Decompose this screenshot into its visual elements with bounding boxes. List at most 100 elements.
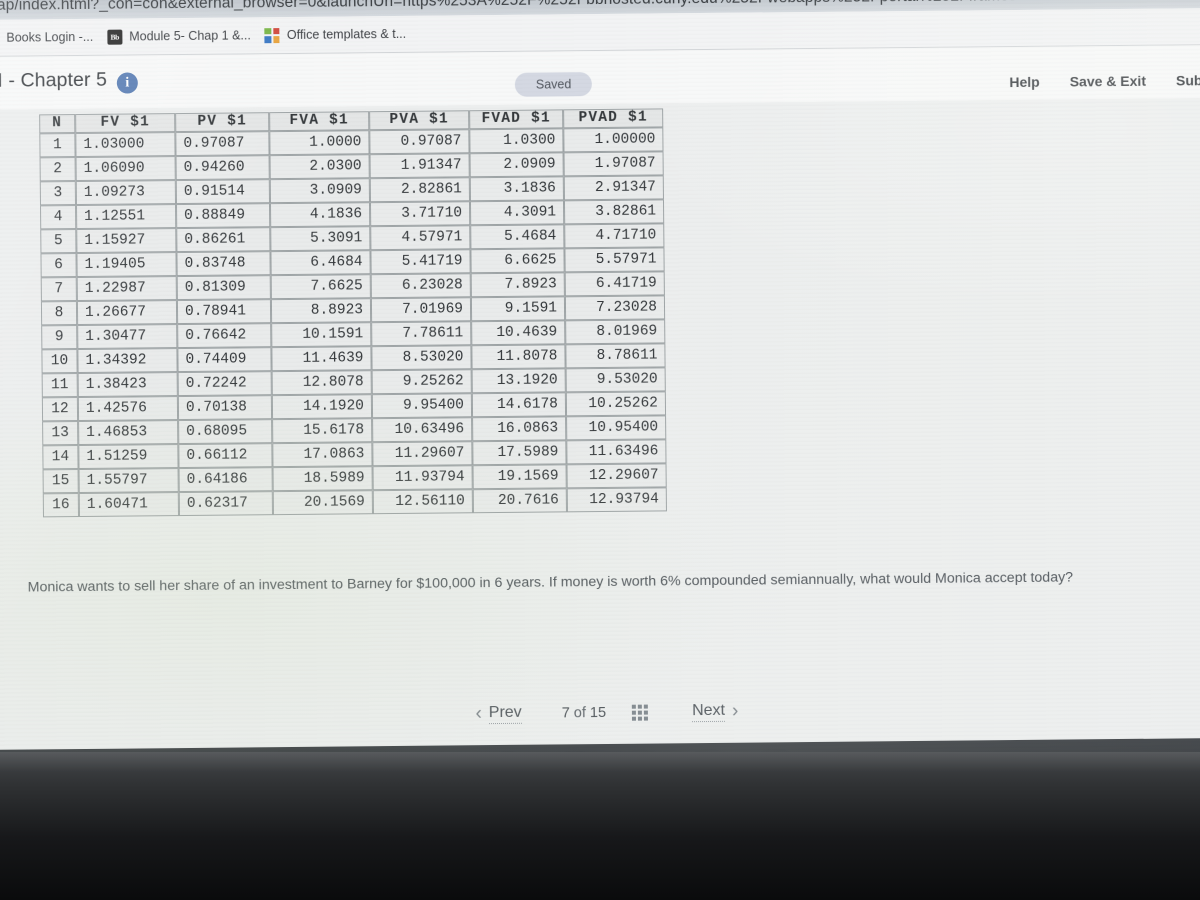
table-row: 16 1.60471 0.62317 20.1569 12.56110 20.7616 12… — [42, 487, 667, 518]
bookmark-books-login[interactable]: Books Login -... — [0, 29, 107, 45]
table-cell-value: 1.03000 — [75, 132, 176, 158]
table-cell-value: 8.8923 — [270, 298, 372, 324]
help-button[interactable]: Help — [1009, 74, 1039, 90]
table-cell-n: 12 — [41, 397, 79, 422]
table-cell-value: 3.0909 — [269, 178, 370, 204]
table-cell-value: 8.53020 — [371, 345, 472, 371]
table-cell-n: 6 — [40, 253, 77, 278]
table-cell-value: 1.38423 — [77, 372, 178, 398]
table-cell-value: 0.74409 — [177, 347, 272, 373]
table-cell-n: 2 — [39, 157, 76, 182]
table-cell-value: 14.6178 — [471, 392, 567, 418]
table-cell-value: 0.76642 — [177, 323, 272, 349]
table-cell-value: 7.78611 — [371, 321, 472, 347]
table-cell-value: 1.42576 — [77, 396, 179, 422]
table-cell-value: 1.22987 — [76, 276, 177, 302]
bookmark-module-5[interactable]: Bb Module 5- Chap 1 &... — [107, 28, 265, 45]
table-cell-value: 12.8078 — [271, 370, 372, 396]
blackboard-favicon-icon: Bb — [107, 29, 123, 45]
table-cell-value: 11.29607 — [372, 441, 473, 467]
info-icon[interactable]: i — [116, 72, 138, 94]
table-cell-value: 2.91347 — [563, 175, 664, 201]
table-cell-n: 5 — [40, 229, 77, 254]
table-cell-value: 8.01969 — [565, 319, 666, 345]
bookmark-label: Module 5- Chap 1 &... — [129, 28, 251, 44]
table-cell-value: 6.6625 — [470, 248, 565, 274]
table-cell-value: 5.3091 — [270, 226, 371, 252]
submit-button[interactable]: Subm — [1176, 72, 1200, 88]
table-cell-value: 0.68095 — [178, 419, 273, 445]
table-cell-value: 9.95400 — [371, 393, 473, 419]
interest-factor-table: N FV $1 PV $1 FVA $1 PVA $1 FVAD $1 PVAD… — [39, 108, 667, 518]
interest-factor-table-wrap: N FV $1 PV $1 FVA $1 PVA $1 FVAD $1 PVAD… — [39, 108, 667, 518]
table-cell-value: 9.53020 — [565, 367, 666, 393]
table-cell-value: 11.63496 — [566, 439, 667, 465]
table-cell-value: 1.97087 — [563, 151, 664, 177]
table-cell-n: 11 — [41, 373, 78, 398]
assignment-content: N FV $1 PV $1 FVA $1 PVA $1 FVAD $1 PVAD… — [0, 98, 1200, 750]
table-cell-value: 1.51259 — [78, 444, 179, 470]
table-cell-value: 9.1591 — [470, 296, 566, 322]
table-cell-value: 1.06090 — [75, 156, 176, 182]
prev-button[interactable]: Prev — [488, 703, 522, 725]
table-cell-value: 1.12551 — [76, 204, 177, 230]
grid-view-icon[interactable] — [632, 704, 649, 721]
table-cell-value: 10.25262 — [565, 391, 667, 417]
col-header-fva: FVA $1 — [269, 111, 370, 132]
table-cell-value: 1.15927 — [76, 228, 177, 254]
table-cell-value: 17.5989 — [472, 440, 567, 466]
table-cell-value: 14.1920 — [271, 394, 373, 420]
table-cell-value: 0.83748 — [176, 251, 271, 277]
pagination-bar: ‹ Prev 7 of 15 Next › — [0, 696, 1200, 730]
table-cell-value: 12.29607 — [566, 463, 667, 489]
table-cell-value: 13.1920 — [471, 368, 566, 394]
table-cell-value: 1.55797 — [78, 468, 179, 494]
screen-area: education.com/ext/map/index.html?_con=co… — [0, 0, 1200, 766]
table-cell-value: 1.0300 — [469, 128, 564, 154]
table-cell-value: 0.91514 — [175, 179, 270, 205]
col-header-pv: PV $1 — [175, 112, 270, 133]
table-cell-value: 6.41719 — [564, 271, 665, 297]
table-cell-value: 1.30477 — [77, 324, 178, 350]
table-cell-value: 10.95400 — [566, 415, 667, 441]
table-cell-value: 10.4639 — [471, 320, 566, 346]
save-and-exit-button[interactable]: Save & Exit — [1070, 73, 1146, 90]
table-cell-value: 16.0863 — [472, 416, 567, 442]
bookmark-office-templates[interactable]: Office templates & t... — [264, 26, 420, 43]
table-cell-value: 9.25262 — [371, 369, 472, 395]
col-header-fvad: FVAD $1 — [469, 109, 564, 130]
table-cell-value: 3.71710 — [369, 201, 471, 227]
next-button[interactable]: Next — [691, 701, 726, 723]
table-cell-value: 0.88849 — [175, 203, 271, 229]
table-cell-value: 2.0909 — [469, 152, 564, 178]
col-header-n: N — [39, 114, 76, 134]
table-cell-value: 1.34392 — [77, 348, 178, 374]
table-cell-value: 11.93794 — [372, 465, 473, 491]
table-cell-value: 5.4684 — [470, 224, 565, 250]
table-body: 1 1.03000 0.97087 1.0000 0.97087 1.0300 1.0000… — [39, 127, 667, 518]
table-cell-value: 0.94260 — [175, 155, 270, 181]
table-cell-value: 11.8078 — [471, 344, 566, 370]
col-header-fv: FV $1 — [75, 113, 176, 134]
table-cell-value: 18.5989 — [272, 466, 373, 492]
table-cell-value: 4.1836 — [269, 202, 371, 228]
header-actions: Help Save & Exit Subm — [1009, 72, 1200, 90]
table-cell-value: 4.3091 — [469, 200, 565, 226]
table-cell-value: 2.0300 — [269, 154, 370, 180]
bookmark-label: Books Login -... — [6, 29, 94, 45]
table-cell-n: 9 — [41, 325, 78, 350]
prev-chevron-icon[interactable]: ‹ — [475, 703, 482, 725]
table-cell-value: 10.1591 — [271, 322, 372, 348]
status-badge: Saved — [514, 72, 593, 97]
page-title: t II - Chapter 5 — [0, 68, 108, 92]
table-cell-value: 7.8923 — [470, 272, 565, 298]
current-page: 7 — [561, 705, 570, 722]
table-cell-n: 16 — [42, 493, 79, 518]
next-chevron-icon[interactable]: › — [732, 701, 739, 723]
table-cell-value: 0.62317 — [178, 491, 273, 517]
col-header-pva: PVA $1 — [369, 110, 470, 131]
table-cell-value: 1.19405 — [76, 252, 177, 278]
table-cell-value: 8.78611 — [565, 343, 666, 369]
table-cell-value: 10.63496 — [372, 417, 473, 443]
col-header-pvad: PVAD $1 — [563, 108, 664, 129]
